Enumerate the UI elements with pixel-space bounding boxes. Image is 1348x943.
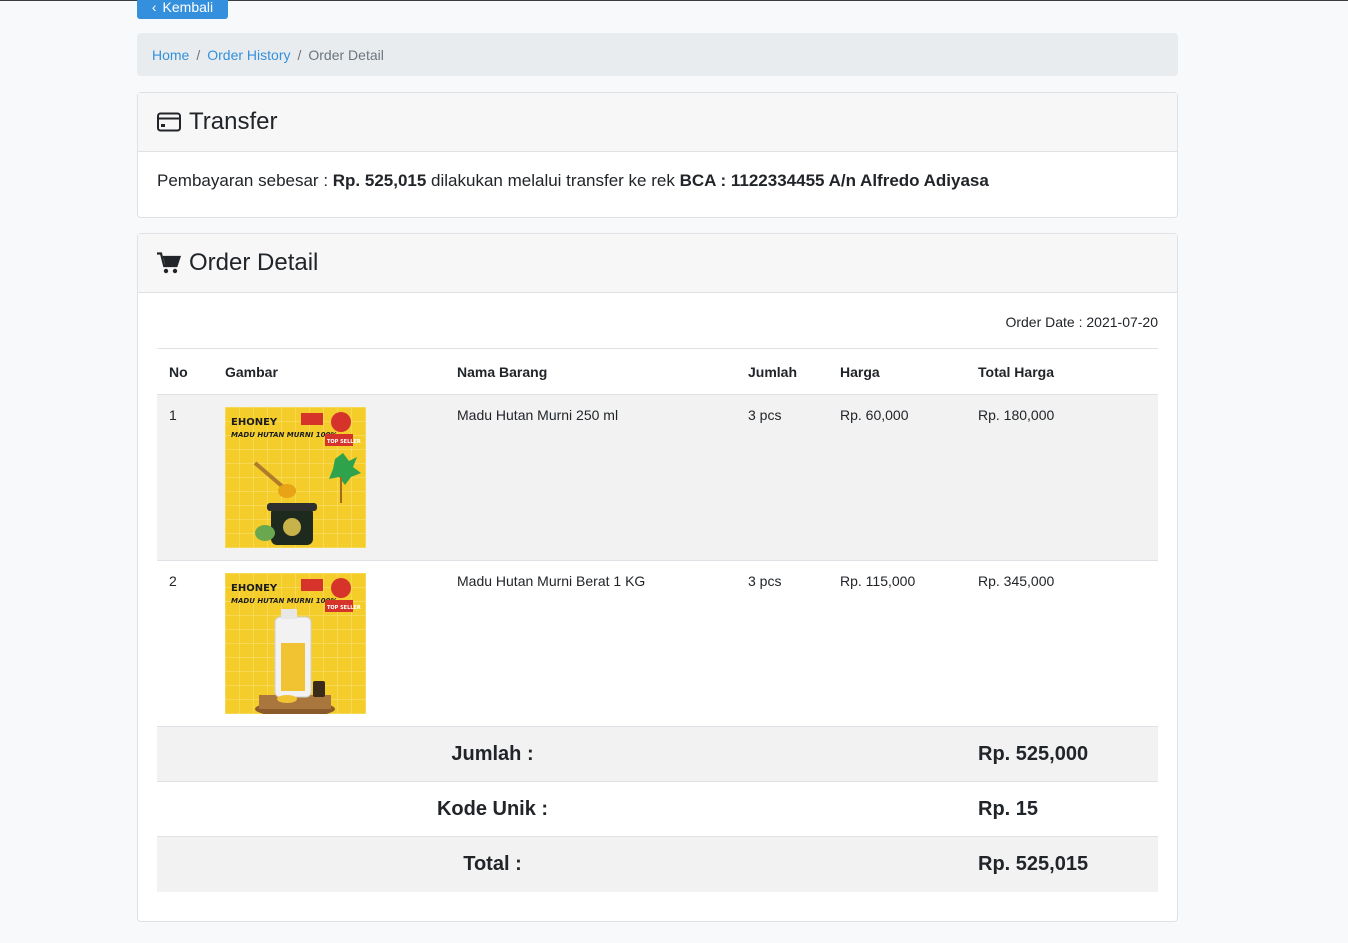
product-price: Rp. 60,000 — [828, 394, 966, 561]
table-row: 2 EHONEY MADU HUTAN MURNI 100% TOP SELLE… — [157, 560, 1158, 727]
summary-spacer — [828, 726, 966, 782]
svg-text:TOP SELLER: TOP SELLER — [327, 605, 361, 611]
row-number: 1 — [157, 394, 214, 561]
product-image: EHONEY MADU HUTAN MURNI 100% TOP SELLER — [225, 573, 366, 714]
product-total: Rp. 180,000 — [966, 394, 1158, 561]
transfer-title: Transfer — [189, 108, 278, 135]
product-image-cell: EHONEY MADU HUTAN MURNI 100% TOP SELLER — [214, 560, 445, 727]
chevron-left-icon: ‹ — [151, 0, 157, 15]
back-button[interactable]: ‹ Kembali — [137, 0, 228, 19]
summary-value: Rp. 525,000 — [966, 726, 1158, 782]
breadcrumb-current: Order Detail — [308, 46, 384, 63]
svg-text:EHONEY: EHONEY — [231, 417, 278, 428]
product-total: Rp. 345,000 — [966, 560, 1158, 727]
column-header: No — [157, 348, 214, 395]
summary-label: Jumlah : — [157, 726, 828, 782]
column-header: Total Harga — [966, 348, 1158, 395]
product-name: Madu Hutan Murni Berat 1 KG — [445, 560, 736, 727]
product-price: Rp. 115,000 — [828, 560, 966, 727]
table-row: 1 EHONEY MADU HUTAN MURNI 100% TOP SELLE… — [157, 394, 1158, 561]
table-header-row: No Gambar Nama Barang Jumlah Harga Total… — [157, 348, 1158, 395]
product-qty: 3 pcs — [736, 560, 828, 727]
order-title: Order Detail — [189, 249, 319, 276]
column-header: Jumlah — [736, 348, 828, 395]
summary-row-kode-unik: Kode Unik : Rp. 15 — [157, 781, 1158, 837]
product-name: Madu Hutan Murni 250 ml — [445, 394, 736, 561]
order-table: No Gambar Nama Barang Jumlah Harga Total… — [157, 348, 1158, 892]
column-header: Harga — [828, 348, 966, 395]
credit-card-icon — [157, 112, 181, 132]
summary-label: Kode Unik : — [157, 781, 828, 837]
product-image-cell: EHONEY MADU HUTAN MURNI 100% TOP SELLER — [214, 394, 445, 561]
transfer-amount: Rp. 525,015 — [332, 171, 427, 190]
order-card-header: Order Detail — [138, 234, 1177, 293]
summary-row-jumlah: Jumlah : Rp. 525,000 — [157, 726, 1158, 782]
breadcrumb-separator: / — [297, 46, 302, 63]
summary-value: Rp. 15 — [966, 781, 1158, 837]
shopping-cart-icon — [157, 252, 181, 274]
back-button-label: Kembali — [162, 0, 214, 15]
svg-text:MADU HUTAN MURNI 100%: MADU HUTAN MURNI 100% — [231, 431, 337, 439]
svg-text:EHONEY: EHONEY — [231, 583, 278, 594]
summary-row-total: Total : Rp. 525,015 — [157, 836, 1158, 892]
product-qty: 3 pcs — [736, 394, 828, 561]
product-image: EHONEY MADU HUTAN MURNI 100% TOP SELLER — [225, 407, 366, 548]
column-header: Nama Barang — [445, 348, 736, 395]
order-detail-card: Order Detail Order Date : 2021-07-20 No … — [137, 233, 1178, 922]
svg-text:MADU HUTAN MURNI 100%: MADU HUTAN MURNI 100% — [231, 597, 337, 605]
column-header: Gambar — [214, 348, 445, 395]
transfer-card: Transfer Pembayaran sebesar : Rp. 525,01… — [137, 92, 1178, 218]
transfer-card-header: Transfer — [138, 93, 1177, 152]
breadcrumb-order-history[interactable]: Order History — [207, 47, 290, 63]
summary-spacer — [828, 836, 966, 892]
transfer-message: Pembayaran sebesar : Rp. 525,015 dilakuk… — [138, 152, 1177, 210]
breadcrumb: Home / Order History / Order Detail — [137, 33, 1178, 76]
transfer-text-prefix: Pembayaran sebesar : — [157, 171, 333, 190]
summary-label: Total : — [157, 836, 828, 892]
breadcrumb-separator: / — [196, 46, 201, 63]
row-number: 2 — [157, 560, 214, 727]
summary-value: Rp. 525,015 — [966, 836, 1158, 892]
svg-text:TOP SELLER: TOP SELLER — [327, 439, 361, 445]
breadcrumb-home[interactable]: Home — [152, 47, 189, 63]
summary-spacer — [828, 781, 966, 837]
transfer-text-middle: dilakukan melalui transfer ke rek — [426, 171, 680, 190]
transfer-account: BCA : 1122334455 A/n Alfredo Adiyasa — [679, 171, 989, 190]
order-date: Order Date : 2021-07-20 — [1005, 314, 1158, 330]
